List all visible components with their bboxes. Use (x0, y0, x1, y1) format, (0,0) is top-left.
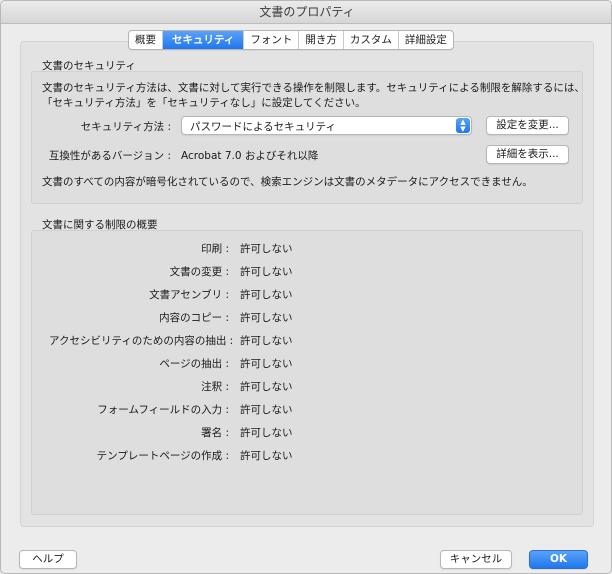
select-stepper-icon: ▲ ▼ (456, 118, 470, 133)
help-button[interactable]: ヘルプ (19, 550, 77, 569)
tab-custom[interactable]: カスタム (344, 31, 399, 49)
security-method-select[interactable]: パスワードによるセキュリティ ▲ ▼ (181, 116, 472, 135)
security-description-line2: 「セキュリティ方法」を「セキュリティなし」に設定してください。 (42, 97, 366, 109)
tab-fonts[interactable]: フォント (244, 31, 300, 49)
cancel-button[interactable]: キャンセル (440, 550, 512, 569)
tab-bar: 概要 セキュリティ フォント 開き方 カスタム 詳細設定 (128, 30, 454, 50)
tab-summary[interactable]: 概要 (129, 31, 163, 49)
restriction-value-form-filling: 許可しない (240, 404, 293, 416)
restriction-value-copying: 許可しない (240, 312, 293, 324)
restriction-value-template-pages: 許可しない (240, 450, 293, 462)
show-details-button[interactable]: 詳細を表示... (486, 145, 569, 164)
restriction-label-copying: 内容のコピー : (159, 312, 229, 324)
tab-initial-view[interactable]: 開き方 (299, 31, 344, 49)
restriction-label-printing: 印刷 : (201, 243, 229, 255)
restriction-label-form-filling: フォームフィールドの入力 : (97, 404, 229, 416)
restriction-value-printing: 許可しない (240, 243, 293, 255)
restriction-value-changing: 許可しない (240, 266, 293, 278)
restriction-value-commenting: 許可しない (240, 381, 293, 393)
restriction-value-page-extraction: 許可しない (240, 358, 293, 370)
restriction-value-signing: 許可しない (240, 427, 293, 439)
ok-button[interactable]: OK (529, 550, 588, 569)
restriction-value-accessibility: 許可しない (240, 335, 293, 347)
security-method-label: セキュリティ方法 : (80, 121, 171, 133)
restriction-label-accessibility: アクセシビリティのための内容の抽出 : (49, 335, 234, 347)
window-title: 文書のプロパティ (1, 1, 611, 24)
restriction-value-assembly: 許可しない (240, 289, 293, 301)
restriction-label-changing: 文書の変更 : (169, 266, 229, 278)
compat-value: Acrobat 7.0 およびそれ以降 (181, 150, 319, 162)
restriction-label-signing: 署名 : (201, 427, 229, 439)
encryption-note: 文書のすべての内容が暗号化されているので、検索エンジンは文書のメタデータにアクセ… (42, 176, 533, 188)
tab-security[interactable]: セキュリティ (163, 31, 245, 49)
security-method-value: パスワードによるセキュリティ (190, 121, 337, 133)
restriction-label-template-pages: テンプレートページの作成 : (96, 450, 229, 462)
restriction-label-assembly: 文書アセンブリ : (149, 289, 229, 301)
restriction-label-page-extraction: ページの抽出 : (159, 358, 229, 370)
compat-label: 互換性があるバージョン : (48, 150, 171, 162)
security-description-line1: 文書のセキュリティ方法は、文書に対して実行できる操作を制限します。セキュリティに… (42, 82, 585, 94)
change-settings-button[interactable]: 設定を変更... (486, 116, 569, 135)
document-properties-dialog: 文書のプロパティ 概要 セキュリティ フォント 開き方 カスタム 詳細設定 文書… (0, 0, 612, 574)
restriction-label-commenting: 注釈 : (201, 381, 229, 393)
tab-advanced[interactable]: 詳細設定 (399, 31, 453, 49)
